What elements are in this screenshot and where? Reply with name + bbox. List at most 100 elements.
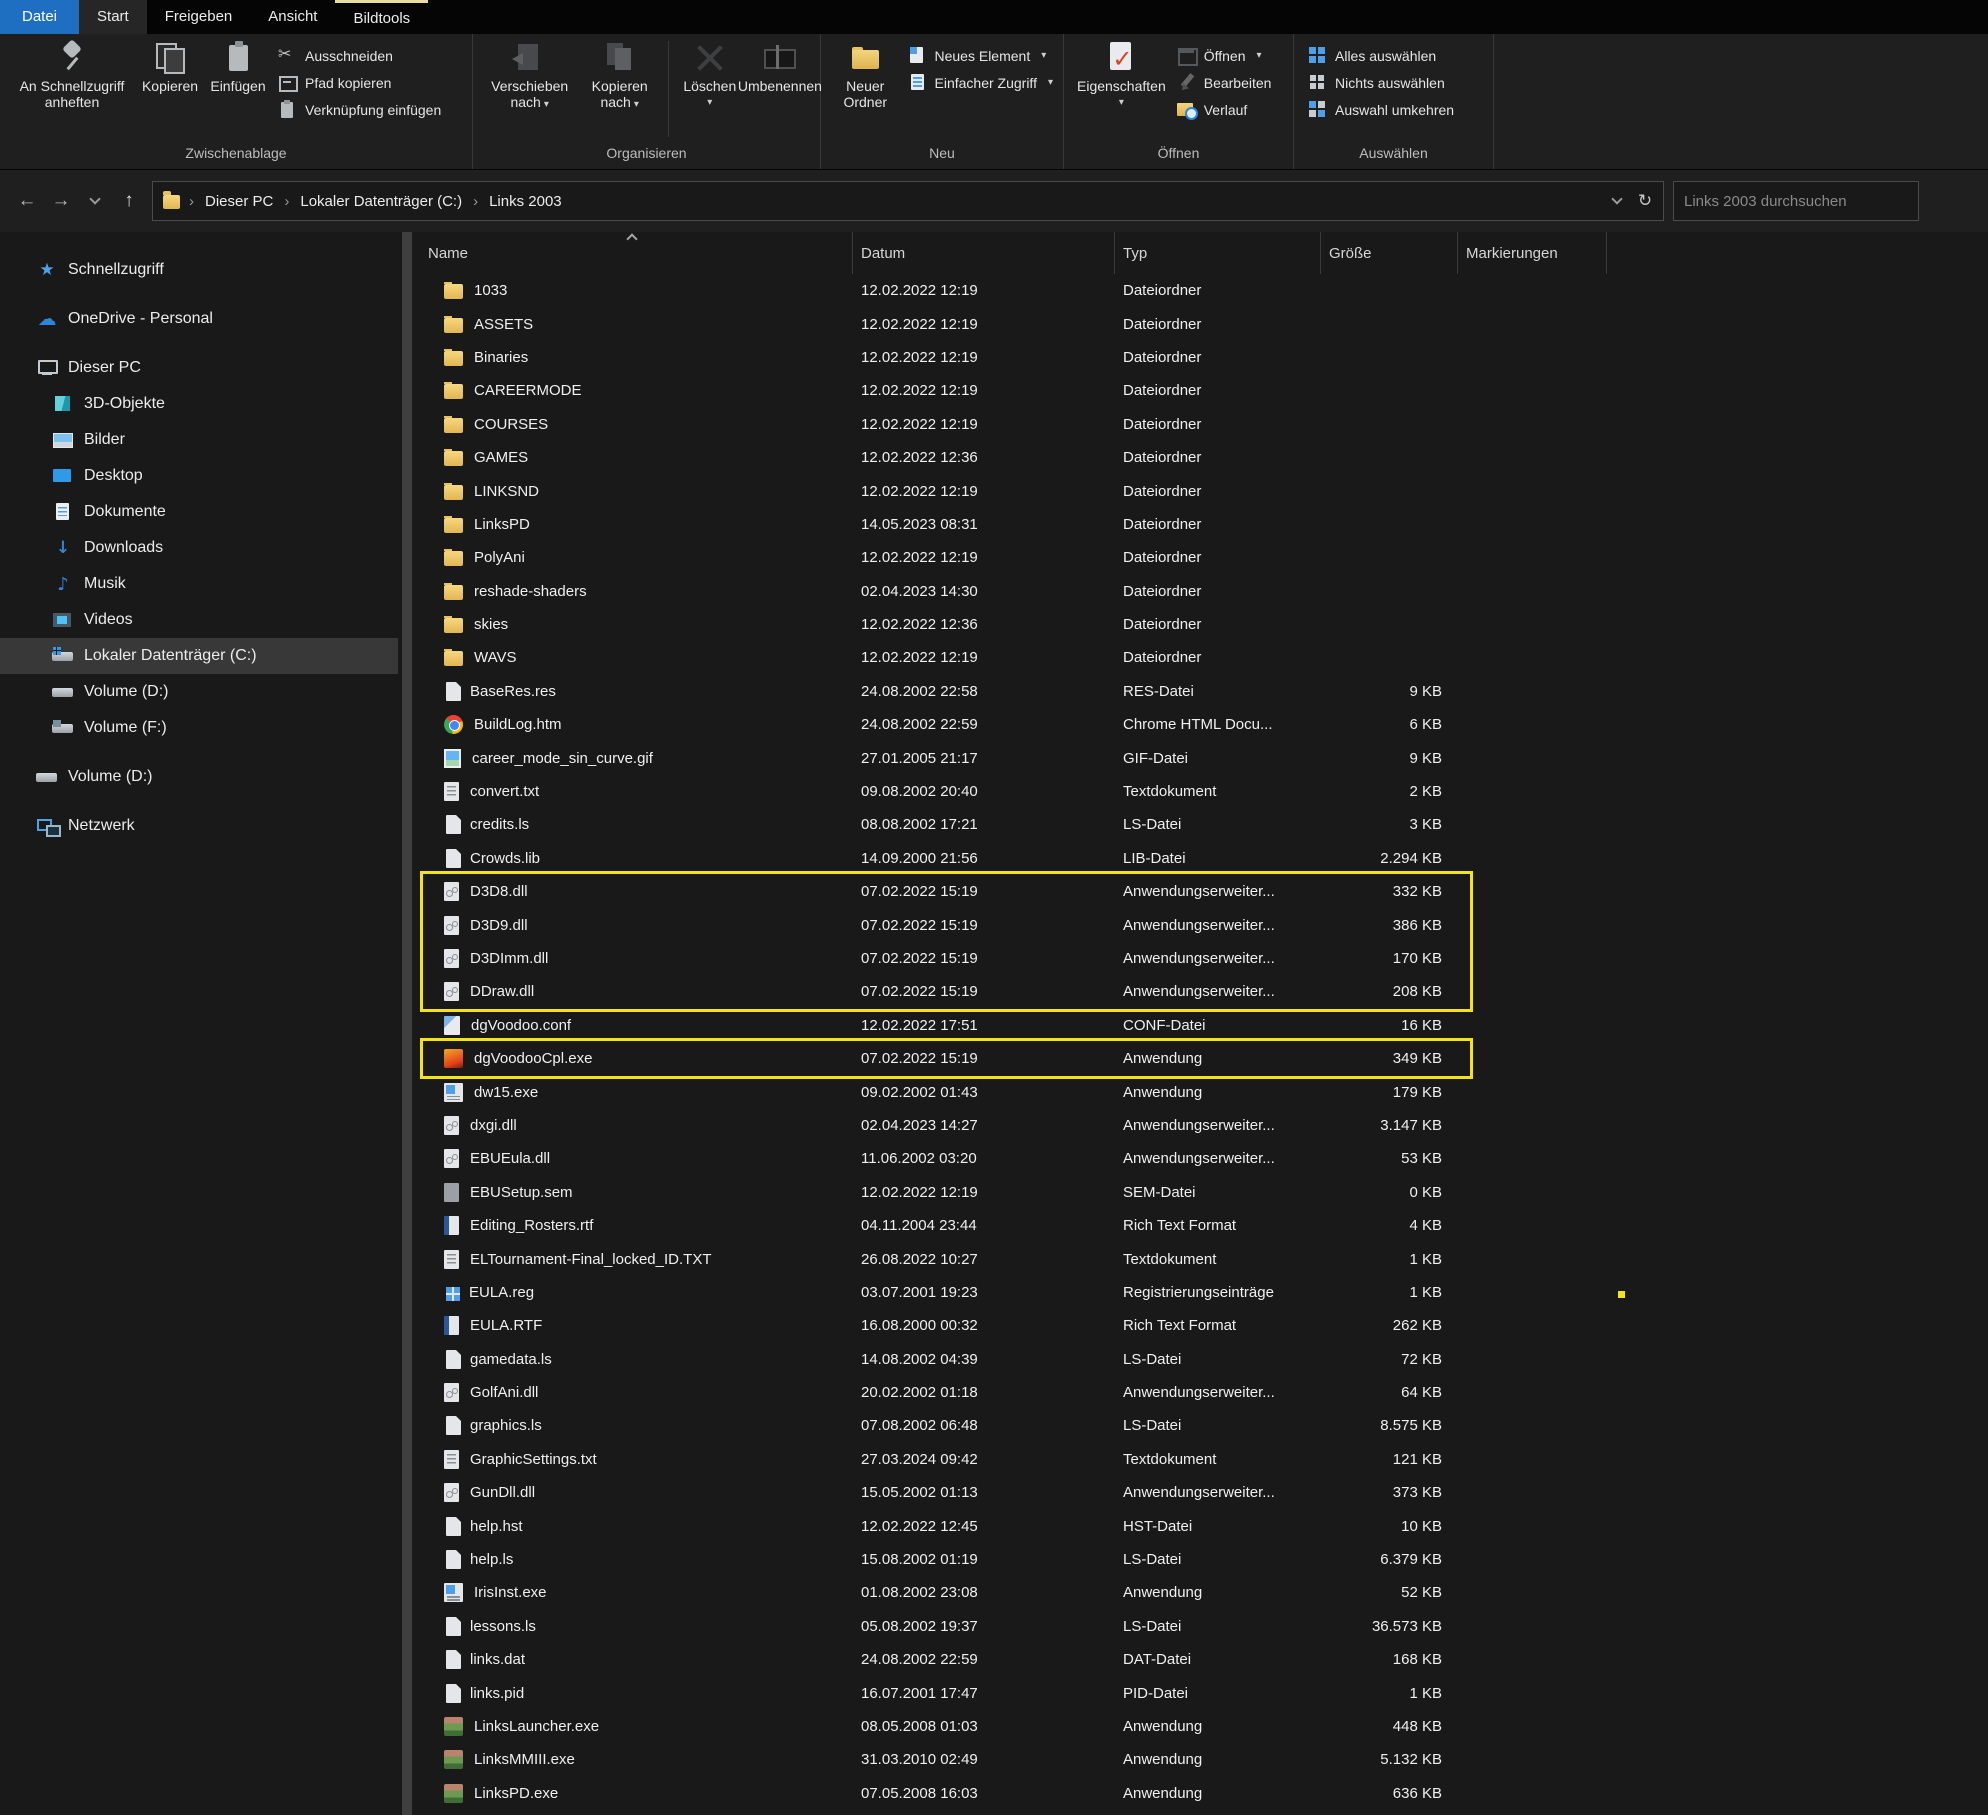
sidebar-item-musik[interactable]: Musik	[0, 566, 398, 602]
ribbon-button-löschen[interactable]: Löschen▾	[676, 37, 744, 113]
file-row[interactable]: Binaries12.02.2022 12:19Dateiordner	[420, 341, 1988, 374]
column-header-größe[interactable]: Größe	[1321, 232, 1458, 274]
file-row[interactable]: Editing_Rosters.rtf04.11.2004 23:44Rich …	[420, 1209, 1988, 1242]
ribbon-button-einfügen[interactable]: Einfügen	[204, 37, 272, 96]
ribbon-button-einfacher-zugriff[interactable]: Einfacher Zugriff▾	[902, 69, 1060, 96]
ribbon-button-verknüpfung-einfügen[interactable]: Verknüpfung einfügen	[272, 96, 447, 123]
file-row[interactable]: IrisInst.exe01.08.2002 23:08Anwendung52 …	[420, 1576, 1988, 1609]
tab-ansicht[interactable]: Ansicht	[250, 0, 335, 34]
file-row[interactable]: COURSES12.02.2022 12:19Dateiordner	[420, 408, 1988, 441]
refresh-icon[interactable]: ↻	[1631, 185, 1659, 217]
column-header-typ[interactable]: Typ	[1115, 232, 1321, 274]
ribbon-button-pfad-kopieren[interactable]: Pfad kopieren	[272, 69, 447, 96]
ribbon-button-kopieren[interactable]: Kopieren	[136, 37, 204, 96]
file-row[interactable]: ASSETS12.02.2022 12:19Dateiordner	[420, 307, 1988, 340]
file-row[interactable]: D3D8.dll07.02.2022 15:19Anwendungserweit…	[420, 875, 1988, 908]
ribbon-button-umbenennen[interactable]: Umbenennen	[744, 37, 816, 96]
sidebar-item-netzwerk[interactable]: Netzwerk	[0, 808, 398, 844]
ribbon-button-nichts-auswählen[interactable]: Nichts auswählen	[1302, 69, 1460, 96]
ribbon-button-auswahl-umkehren[interactable]: Auswahl umkehren	[1302, 96, 1460, 123]
file-row[interactable]: dgVoodoo.conf12.02.2022 17:51CONF-Datei1…	[420, 1009, 1988, 1042]
file-row[interactable]: GolfAni.dll20.02.2002 01:18Anwendungserw…	[420, 1376, 1988, 1409]
ribbon-button-neues-element[interactable]: Neues Element▾	[902, 42, 1060, 69]
file-row[interactable]: EBUSetup.sem12.02.2022 12:19SEM-Datei0 K…	[420, 1176, 1988, 1209]
breadcrumb-item-links-2003[interactable]: Links 2003	[487, 193, 564, 210]
column-header-datum[interactable]: Datum	[853, 232, 1115, 274]
file-row[interactable]: skies12.02.2022 12:36Dateiordner	[420, 608, 1988, 641]
file-row[interactable]: convert.txt09.08.2002 20:40Textdokument2…	[420, 775, 1988, 808]
file-row[interactable]: graphics.ls07.08.2002 06:48LS-Datei8.575…	[420, 1409, 1988, 1442]
ribbon-button-verschieben-nach[interactable]: Verschieben nach▾	[481, 37, 578, 115]
file-row[interactable]: LinksPD.exe07.05.2008 16:03Anwendung636 …	[420, 1777, 1988, 1810]
file-row[interactable]: GraphicSettings.txt27.03.2024 09:42Textd…	[420, 1443, 1988, 1476]
file-row[interactable]: reshade-shaders02.04.2023 14:30Dateiordn…	[420, 575, 1988, 608]
file-row[interactable]: LINKSND12.02.2022 12:19Dateiordner	[420, 474, 1988, 507]
sidebar-item-downloads[interactable]: Downloads	[0, 530, 398, 566]
sidebar-item-onedrive-personal[interactable]: OneDrive - Personal	[0, 301, 398, 337]
tab-datei[interactable]: Datei	[0, 0, 79, 34]
sidebar-item-volume-f[interactable]: Volume (F:)	[0, 710, 398, 746]
file-row[interactable]: WAVS12.02.2022 12:19Dateiordner	[420, 641, 1988, 674]
file-row[interactable]: ELTournament-Final_locked_ID.TXT26.08.20…	[420, 1242, 1988, 1275]
ribbon-button-neuer-ordner[interactable]: Neuer Ordner	[829, 37, 902, 112]
file-row[interactable]: CAREERMODE12.02.2022 12:19Dateiordner	[420, 374, 1988, 407]
sidebar-item-lokaler-datenträger-c[interactable]: Lokaler Datenträger (C:)	[0, 638, 398, 674]
column-header-markierungen[interactable]: Markierungen	[1458, 232, 1607, 274]
file-row[interactable]: dgVoodooCpl.exe07.02.2022 15:19Anwendung…	[420, 1042, 1988, 1075]
tab-start[interactable]: Start	[79, 0, 147, 34]
recent-locations-chevron-icon[interactable]	[78, 184, 112, 218]
sidebar-item-videos[interactable]: Videos	[0, 602, 398, 638]
file-row[interactable]: BuildLog.htm24.08.2002 22:59Chrome HTML …	[420, 708, 1988, 741]
sidebar-item-dieser-pc[interactable]: Dieser PC	[0, 350, 398, 386]
ribbon-button-eigenschaften[interactable]: Eigenschaften▾	[1072, 37, 1171, 113]
breadcrumb-item-lokaler-datenträger-c[interactable]: Lokaler Datenträger (C:)	[298, 193, 464, 210]
breadcrumb-item-dieser-pc[interactable]: Dieser PC	[203, 193, 275, 210]
file-row[interactable]: EULA.reg03.07.2001 19:23Registrierungsei…	[420, 1276, 1988, 1309]
file-row[interactable]: LNKS2001.ICO16.08.2000 23:24Symbol3 KB	[420, 1810, 1988, 1815]
file-row[interactable]: LinksPD14.05.2023 08:31Dateiordner	[420, 508, 1988, 541]
tab-freigeben[interactable]: Freigeben	[147, 0, 251, 34]
file-row[interactable]: dw15.exe09.02.2002 01:43Anwendung179 KB	[420, 1075, 1988, 1108]
file-row[interactable]: DDraw.dll07.02.2022 15:19Anwendungserwei…	[420, 975, 1988, 1008]
file-row[interactable]: D3DImm.dll07.02.2022 15:19Anwendungserwe…	[420, 942, 1988, 975]
sidebar-item-3d-objekte[interactable]: 3D-Objekte	[0, 386, 398, 422]
ribbon-button-kopieren-nach[interactable]: Kopieren nach▾	[578, 37, 661, 115]
ribbon-button-bearbeiten[interactable]: Bearbeiten	[1171, 69, 1278, 96]
file-row[interactable]: help.ls15.08.2002 01:19LS-Datei6.379 KB	[420, 1543, 1988, 1576]
sidebar-item-volume-d[interactable]: Volume (D:)	[0, 759, 398, 795]
back-button[interactable]: ←	[10, 184, 44, 218]
file-row[interactable]: GunDll.dll15.05.2002 01:13Anwendungserwe…	[420, 1476, 1988, 1509]
file-row[interactable]: help.hst12.02.2022 12:45HST-Datei10 KB	[420, 1509, 1988, 1542]
file-row[interactable]: LinksMMIII.exe31.03.2010 02:49Anwendung5…	[420, 1743, 1988, 1776]
ribbon-button-alles-auswählen[interactable]: Alles auswählen	[1302, 42, 1460, 69]
search-input[interactable]	[1673, 181, 1919, 221]
file-row[interactable]: career_mode_sin_curve.gif27.01.2005 21:1…	[420, 741, 1988, 774]
ribbon-button-verlauf[interactable]: Verlauf	[1171, 96, 1278, 123]
ribbon-button-an-schnellzugriff-anheften[interactable]: An Schnellzugriff anheften	[8, 37, 136, 112]
sidebar-item-schnellzugriff[interactable]: Schnellzugriff	[0, 252, 398, 288]
file-row[interactable]: BaseRes.res24.08.2002 22:58RES-Datei9 KB	[420, 675, 1988, 708]
sidebar-item-volume-d[interactable]: Volume (D:)	[0, 674, 398, 710]
file-row[interactable]: Crowds.lib14.09.2000 21:56LIB-Datei2.294…	[420, 842, 1988, 875]
tab-bildtools[interactable]: Bildtools	[335, 0, 428, 34]
up-button[interactable]: ↑	[112, 184, 146, 218]
file-row[interactable]: dxgi.dll02.04.2023 14:27Anwendungserweit…	[420, 1109, 1988, 1142]
address-bar[interactable]: ›Dieser PC›Lokaler Datenträger (C:)›Link…	[152, 181, 1664, 221]
file-row[interactable]: PolyAni12.02.2022 12:19Dateiordner	[420, 541, 1988, 574]
file-row[interactable]: GAMES12.02.2022 12:36Dateiordner	[420, 441, 1988, 474]
file-row[interactable]: D3D9.dll07.02.2022 15:19Anwendungserweit…	[420, 908, 1988, 941]
file-row[interactable]: gamedata.ls14.08.2002 04:39LS-Datei72 KB	[420, 1343, 1988, 1376]
address-dropdown-chevron-icon[interactable]	[1603, 185, 1631, 217]
sidebar-item-dokumente[interactable]: Dokumente	[0, 494, 398, 530]
sidebar-item-desktop[interactable]: Desktop	[0, 458, 398, 494]
file-row[interactable]: links.dat24.08.2002 22:59DAT-Datei168 KB	[420, 1643, 1988, 1676]
sidebar-scrollbar[interactable]	[402, 232, 412, 1815]
file-row[interactable]: links.pid16.07.2001 17:47PID-Datei1 KB	[420, 1676, 1988, 1709]
sidebar-item-bilder[interactable]: Bilder	[0, 422, 398, 458]
forward-button[interactable]: →	[44, 184, 78, 218]
ribbon-button-öffnen[interactable]: Öffnen▾	[1171, 42, 1278, 69]
file-row[interactable]: 103312.02.2022 12:19Dateiordner	[420, 274, 1988, 307]
file-row[interactable]: EBUEula.dll11.06.2002 03:20Anwendungserw…	[420, 1142, 1988, 1175]
file-row[interactable]: credits.ls08.08.2002 17:21LS-Datei3 KB	[420, 808, 1988, 841]
ribbon-button-ausschneiden[interactable]: Ausschneiden	[272, 42, 447, 69]
